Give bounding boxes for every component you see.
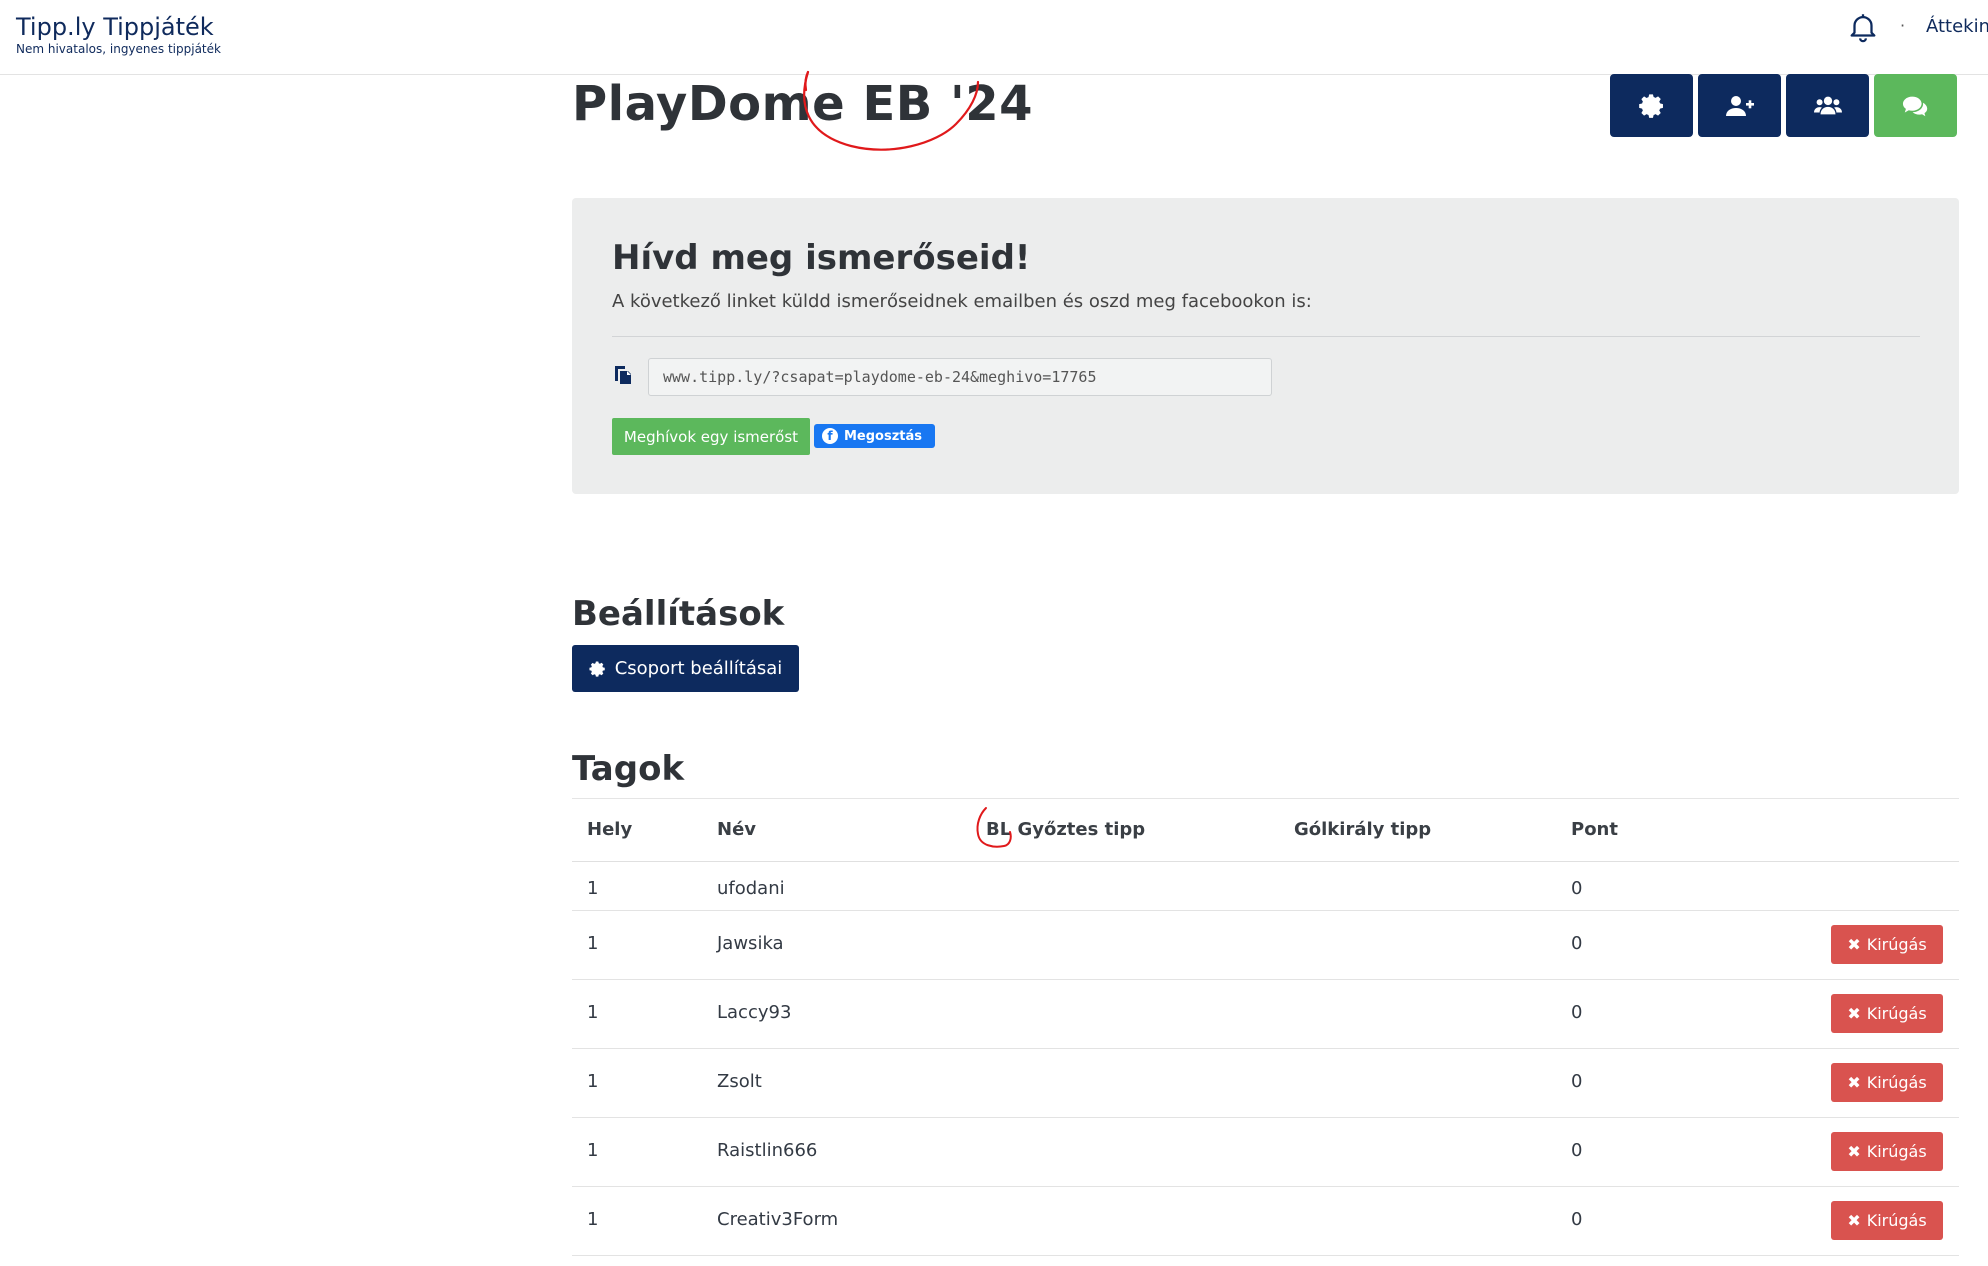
- divider: [612, 336, 1920, 337]
- table-row: 1 Zsolt 0 ✖ Kirúgás: [572, 1049, 1959, 1118]
- table-row: 1 Jawsika 0 ✖ Kirúgás: [572, 911, 1959, 980]
- column-header-points: Pont: [1571, 819, 1618, 840]
- kick-member-label: Kirúgás: [1866, 935, 1927, 954]
- close-icon: ✖: [1847, 935, 1861, 954]
- member-place: 1: [587, 1071, 599, 1092]
- close-icon: ✖: [1847, 1004, 1861, 1023]
- column-header-winner-tip: BL Győztes tipp: [986, 819, 1146, 840]
- member-points: 0: [1571, 1209, 1583, 1230]
- column-header-place: Hely: [587, 819, 633, 840]
- users-icon: [1813, 96, 1842, 114]
- member-place: 1: [587, 1140, 599, 1161]
- brand-subtitle: Nem hivatalos, ingyenes tippjáték: [16, 42, 221, 56]
- settings-action-button[interactable]: [1610, 74, 1693, 137]
- nav-separator: ·: [1900, 16, 1906, 35]
- facebook-share-button[interactable]: f Megosztás: [814, 424, 935, 448]
- invite-friend-button[interactable]: Meghívok egy ismerőst: [612, 418, 810, 455]
- member-place: 1: [587, 1209, 599, 1230]
- table-row: 1 Raistlin666 0 ✖ Kirúgás: [572, 1118, 1959, 1187]
- kick-member-button[interactable]: ✖ Kirúgás: [1831, 994, 1943, 1033]
- invite-description: A következő linket küldd ismerőseidnek e…: [612, 291, 1312, 312]
- invite-link-field[interactable]: www.tipp.ly/?csapat=playdome-eb-24&meghi…: [648, 358, 1272, 396]
- member-name: ufodani: [717, 878, 785, 899]
- facebook-icon: f: [822, 428, 838, 444]
- member-points: 0: [1571, 1071, 1583, 1092]
- add-member-action-button[interactable]: [1698, 74, 1781, 137]
- kick-member-label: Kirúgás: [1866, 1142, 1927, 1161]
- kick-member-button[interactable]: ✖ Kirúgás: [1831, 1063, 1943, 1102]
- member-points: 0: [1571, 933, 1583, 954]
- member-name: Laccy93: [717, 1002, 792, 1023]
- group-settings-button[interactable]: Csoport beállításai: [572, 645, 799, 692]
- table-row: 1 Laccy93 0 ✖ Kirúgás: [572, 980, 1959, 1049]
- member-name: Zsolt: [717, 1071, 762, 1092]
- copy-icon[interactable]: [612, 364, 634, 386]
- members-table: Hely Név BL Győztes tipp Gólkirály tipp …: [572, 798, 1959, 1256]
- close-icon: ✖: [1847, 1073, 1861, 1092]
- member-name: Jawsika: [717, 933, 784, 954]
- members-heading: Tagok: [572, 749, 685, 789]
- gear-icon: [589, 661, 605, 677]
- page-title: PlayDome EB '24: [572, 76, 1034, 132]
- gear-icon: [1638, 93, 1663, 118]
- member-place: 1: [587, 933, 599, 954]
- column-header-topscorer-tip: Gólkirály tipp: [1294, 819, 1432, 840]
- member-place: 1: [587, 878, 599, 899]
- close-icon: ✖: [1847, 1211, 1861, 1230]
- column-header-name: Név: [717, 819, 757, 840]
- member-points: 0: [1571, 1002, 1583, 1023]
- top-navbar: Tipp.ly Tippjáték Nem hivatalos, ingyene…: [0, 0, 1988, 75]
- kick-member-button[interactable]: ✖ Kirúgás: [1831, 1201, 1943, 1240]
- comments-icon: [1902, 96, 1927, 116]
- table-row: 1 ufodani 0: [572, 862, 1959, 911]
- members-action-button[interactable]: [1786, 74, 1869, 137]
- invite-panel: Hívd meg ismerőseid! A következő linket …: [572, 198, 1959, 494]
- member-name: Creativ3Form: [717, 1209, 839, 1230]
- member-place: 1: [587, 1002, 599, 1023]
- kick-member-button[interactable]: ✖ Kirúgás: [1831, 925, 1943, 964]
- bell-icon[interactable]: [1846, 10, 1880, 44]
- table-row: 1 Creativ3Form 0 ✖ Kirúgás: [572, 1187, 1959, 1256]
- invite-title: Hívd meg ismerőseid!: [612, 238, 1031, 278]
- close-icon: ✖: [1847, 1142, 1861, 1161]
- kick-member-label: Kirúgás: [1866, 1004, 1927, 1023]
- chat-action-button[interactable]: [1874, 74, 1957, 137]
- facebook-share-label: Megosztás: [844, 428, 923, 444]
- kick-member-label: Kirúgás: [1866, 1211, 1927, 1230]
- table-body: 1 ufodani 0 1 Jawsika 0 ✖ Kirúgás 1 Laccy93 0 ✖ Kirú…: [572, 862, 1959, 1256]
- brand-title: Tipp.ly Tippjáték: [16, 13, 214, 41]
- settings-heading: Beállítások: [572, 594, 785, 634]
- table-header: Hely Név BL Győztes tipp Gólkirály tipp …: [572, 798, 1959, 862]
- user-plus-icon: [1725, 95, 1754, 116]
- member-points: 0: [1571, 878, 1583, 899]
- kick-member-label: Kirúgás: [1866, 1073, 1927, 1092]
- member-name: Raistlin666: [717, 1140, 818, 1161]
- kick-member-button[interactable]: ✖ Kirúgás: [1831, 1132, 1943, 1171]
- group-settings-label: Csoport beállításai: [614, 658, 783, 679]
- nav-link-overview[interactable]: Áttekint: [1926, 16, 1988, 37]
- brand-logo-link[interactable]: Tipp.ly Tippjáték Nem hivatalos, ingyene…: [16, 12, 221, 56]
- member-points: 0: [1571, 1140, 1583, 1161]
